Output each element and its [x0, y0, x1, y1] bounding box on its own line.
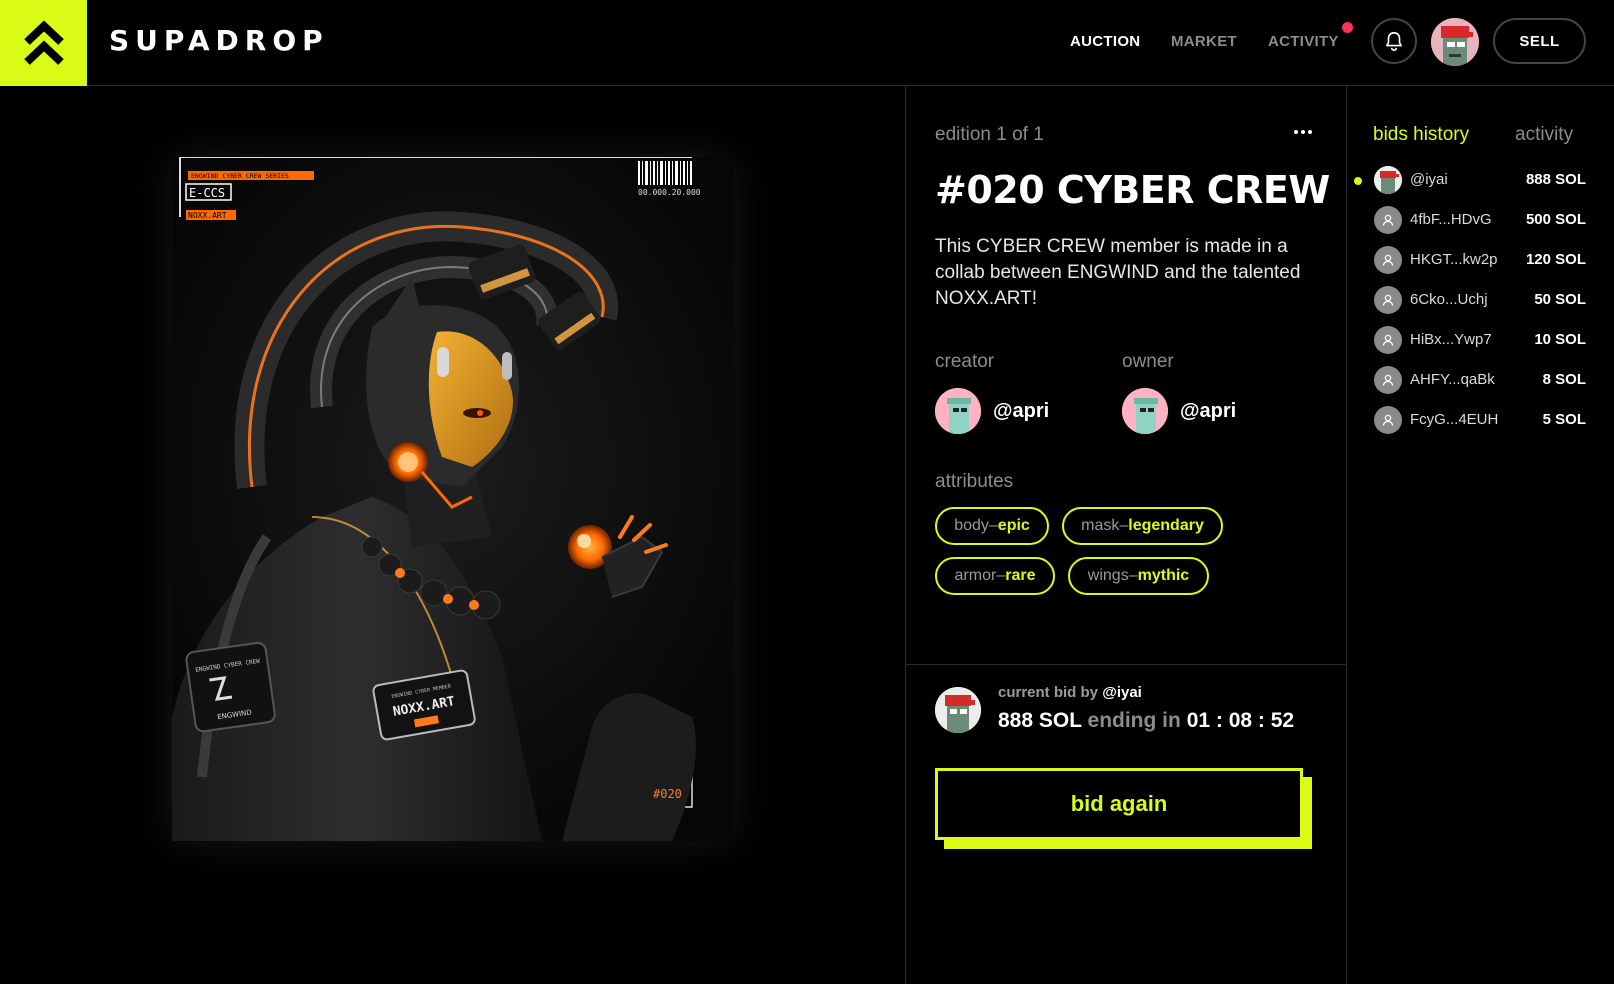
bidder-avatar — [1374, 246, 1402, 274]
bidder-avatar — [1374, 406, 1402, 434]
nft-title: #020 CYBER CREW — [935, 168, 1330, 212]
punk-avatar-image — [1374, 166, 1402, 194]
edition-label: edition 1 of 1 — [935, 124, 1044, 145]
latest-bid-indicator — [1354, 177, 1362, 185]
more-options-button[interactable] — [1288, 122, 1318, 142]
creator-avatar — [935, 388, 981, 434]
double-chevron-up-icon — [23, 20, 64, 65]
nft-artwork[interactable]: ENGWIND CYBER CREW ENGWIND ENGWIND CYBER… — [172, 157, 733, 841]
user-icon — [1382, 334, 1394, 346]
creator[interactable]: @apri — [935, 388, 1049, 434]
user-icon — [1382, 414, 1394, 426]
user-icon — [1382, 214, 1394, 226]
divider-left — [905, 86, 906, 984]
nft-description: This CYBER CREW member is made in a coll… — [935, 236, 1301, 309]
bidder-avatar — [1374, 206, 1402, 234]
attribute-chip-mask[interactable]: mask – legendary — [1062, 507, 1223, 545]
owner-name[interactable]: @apri — [1180, 400, 1236, 423]
bid-history-row[interactable]: HKGT...kw2p 120 SOL — [1354, 245, 1586, 275]
bidder-avatar — [1374, 326, 1402, 354]
creator-name[interactable]: @apri — [993, 400, 1049, 423]
user-icon — [1382, 294, 1394, 306]
logo[interactable] — [0, 0, 87, 86]
divider-right — [1346, 86, 1347, 984]
current-bid-amount: 888 SOL — [998, 709, 1082, 732]
bid-amount: 10 SOL — [1534, 331, 1586, 348]
punk-avatar-image — [935, 388, 981, 434]
punk-avatar-image — [1122, 388, 1168, 434]
bid-amount: 50 SOL — [1534, 291, 1586, 308]
current-bid-line: 888 SOL ending in 01 : 08 : 52 — [998, 709, 1294, 733]
artist-tag: NOXX.ART — [188, 211, 227, 220]
user-icon — [1382, 374, 1394, 386]
attribute-chip-body[interactable]: body – epic — [935, 507, 1049, 545]
bid-history-row[interactable]: 4fbF...HDvG 500 SOL — [1354, 205, 1586, 235]
notification-dot — [1342, 22, 1353, 33]
current-bid-by: current bid by @iyai — [998, 684, 1142, 701]
bid-history-row[interactable]: @iyai 888 SOL — [1354, 165, 1586, 195]
bid-amount: 8 SOL — [1542, 371, 1586, 388]
current-bidder-avatar[interactable] — [935, 687, 981, 733]
bid-history-row[interactable]: 6Cko...Uchj 50 SOL — [1354, 285, 1586, 315]
bid-amount: 888 SOL — [1525, 171, 1586, 188]
code-label: E-CCS — [189, 186, 225, 200]
bidder-avatar — [1374, 286, 1402, 314]
bidder-name[interactable]: HKGT...kw2p — [1410, 251, 1498, 268]
bidder-name[interactable]: AHFY...qaBk — [1410, 371, 1495, 388]
owner[interactable]: @apri — [1122, 388, 1236, 434]
ending-label: ending in — [1087, 709, 1181, 732]
bid-history-row[interactable]: HiBx...Ywp7 10 SOL — [1354, 325, 1586, 355]
attribute-chip-wings[interactable]: wings – mythic — [1068, 557, 1209, 595]
top-header: SUPADROP AUCTION MARKET ACTIVITY SELL — [0, 0, 1614, 86]
more-dots-icon — [1294, 130, 1298, 134]
owner-label: owner — [1122, 351, 1174, 372]
bidder-name[interactable]: @iyai — [1410, 171, 1448, 188]
bidder-name[interactable]: HiBx...Ywp7 — [1410, 331, 1492, 348]
bidder-name[interactable]: 6Cko...Uchj — [1410, 291, 1488, 308]
creator-label: creator — [935, 351, 995, 372]
series-label: ENGWIND CYBER CREW SERIES — [191, 172, 289, 180]
bell-icon — [1386, 31, 1402, 51]
bidder-name[interactable]: FcyG...4EUH — [1410, 411, 1498, 428]
bidder-name[interactable]: 4fbF...HDvG — [1410, 211, 1492, 228]
countdown-timer: 01 : 08 : 52 — [1186, 709, 1295, 732]
bid-again-button[interactable]: bid again — [935, 768, 1303, 840]
user-avatar[interactable] — [1431, 18, 1479, 66]
bidder-avatar — [1374, 166, 1402, 194]
punk-avatar-image — [1431, 18, 1479, 66]
tab-bids-history[interactable]: bids history — [1373, 124, 1469, 146]
cyber-crew-illustration: ENGWIND CYBER CREW ENGWIND ENGWIND CYBER… — [172, 157, 733, 841]
nav-market[interactable]: MARKET — [1171, 33, 1237, 50]
bid-history-row[interactable]: AHFY...qaBk 8 SOL — [1354, 365, 1586, 395]
owner-avatar — [1122, 388, 1168, 434]
barcode-text: 00.000.20.000 — [638, 188, 701, 197]
sell-button[interactable]: SELL — [1493, 18, 1586, 64]
tab-activity[interactable]: activity — [1515, 124, 1573, 146]
number-tag: #020 — [653, 787, 682, 801]
brand-name[interactable]: SUPADROP — [109, 24, 329, 57]
bid-amount: 120 SOL — [1525, 251, 1586, 268]
user-icon — [1382, 254, 1394, 266]
attribute-chip-armor[interactable]: armor – rare — [935, 557, 1055, 595]
notifications-button[interactable] — [1371, 18, 1417, 64]
punk-avatar-image — [935, 687, 981, 733]
bid-section-divider — [905, 664, 1346, 665]
bidder-avatar — [1374, 366, 1402, 394]
bid-amount: 500 SOL — [1525, 211, 1586, 228]
bid-history-row[interactable]: FcyG...4EUH 5 SOL — [1354, 405, 1586, 435]
nav-auction[interactable]: AUCTION — [1070, 33, 1140, 50]
bid-amount: 5 SOL — [1542, 411, 1586, 428]
nav-activity[interactable]: ACTIVITY — [1268, 33, 1339, 50]
current-bidder-name[interactable]: @iyai — [1102, 684, 1142, 701]
attributes-label: attributes — [935, 471, 1014, 492]
